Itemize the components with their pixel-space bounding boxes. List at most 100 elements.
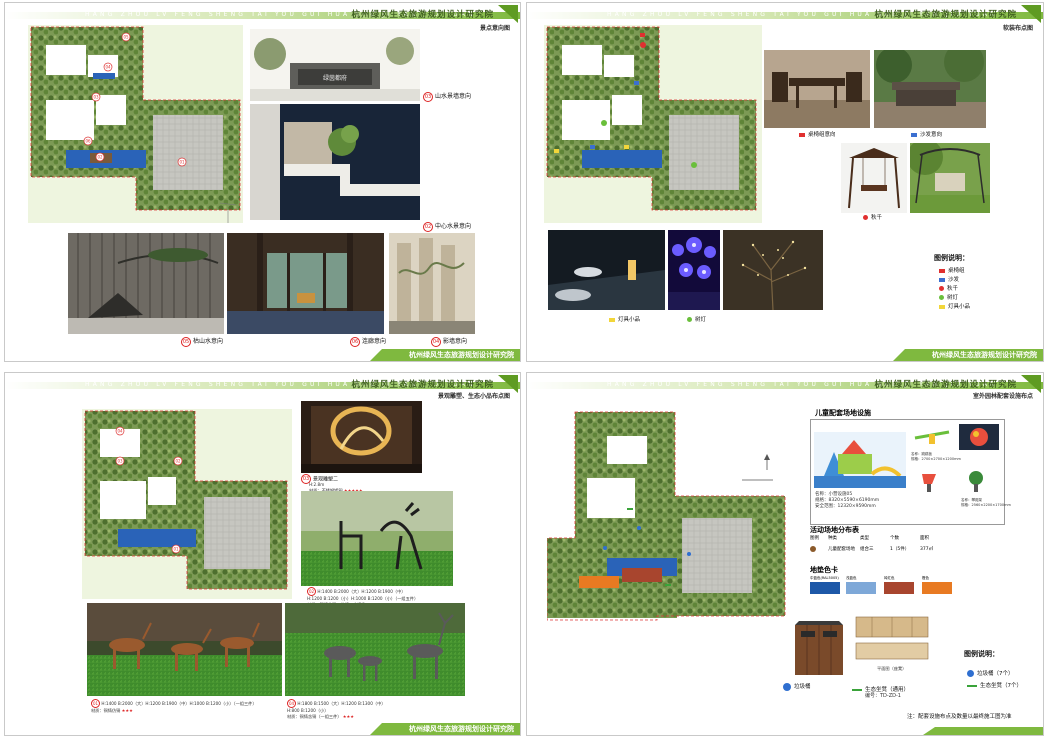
legend-title: 图例说明： — [934, 254, 969, 262]
photo-sculpture — [301, 401, 422, 473]
legend-item: 生态坐凳（7个） — [967, 681, 1022, 689]
caption-swing: 秋千 — [863, 213, 882, 221]
map-marker: 01 — [173, 547, 179, 552]
color-swatch-orange — [922, 582, 952, 594]
map-marker: 02 — [175, 459, 181, 464]
photo-spring-rider-1 — [914, 468, 944, 496]
page-header: HANG ZHOU LV FENG SHENG TAI YOU GUI HUA … — [5, 5, 520, 23]
map-marker: 01 — [179, 160, 185, 165]
table-row: 儿童配套场地 组合三 1（5件） 377㎡ — [810, 546, 950, 553]
header-institute: 杭州绿风生态旅游规划设计研究院 — [351, 10, 494, 20]
map-marker: 03 — [117, 459, 123, 464]
photo-swing-1 — [841, 143, 907, 213]
wall-sign-text: 绿茵都府 — [323, 74, 347, 82]
bench-plan-label: 平面图（座凳） — [877, 666, 907, 671]
page-header: HANG ZHOU LV FENG SHENG TAI YOU GUI HUA … — [527, 5, 1043, 23]
legend-title: 图例说明： — [964, 650, 999, 658]
photo-climbing-frame — [959, 424, 999, 450]
map-marker: 05 — [123, 35, 129, 40]
page-title: 景点意向图 — [479, 25, 510, 32]
photo-corridor — [227, 233, 384, 334]
photo-metal-deer — [285, 603, 465, 696]
header-institute: 杭州绿风生态旅游规划设计研究院 — [351, 380, 494, 390]
photo-seesaw — [911, 424, 953, 448]
header-corner-mark — [1021, 5, 1041, 23]
playground-specs: 名称：小营设施05 规格：8320×5590×6190mm 安全范围：12320… — [815, 492, 880, 509]
page-footer — [923, 727, 1043, 735]
bench-code: 编号：TD-ZD-1 — [865, 693, 901, 699]
legend-item: 沙发 — [939, 275, 959, 283]
photo-lighting-2 — [668, 230, 720, 310]
map-marker: 04 — [105, 65, 111, 70]
legend-item: 秋千 — [939, 284, 958, 292]
color-swatch-brick-red — [884, 582, 914, 594]
map-marker: 04 — [117, 429, 123, 434]
trash-bin-label: 垃圾桶 — [783, 682, 811, 691]
photo-trash-bin — [789, 615, 849, 677]
photo-mountain-water-wall: 绿茵都府 — [250, 29, 420, 101]
kids-facility-panel: 儿童配套场地设施 名称：跷跷板 规格：2700×2700×1200mm 名称：攀… — [810, 409, 1011, 525]
header-institute: 杭州绿风生态旅游规划设计研究院 — [874, 10, 1017, 20]
page-sculpture: HANG ZHOU LV FENG SHENG TAI YOU GUI HUA … — [5, 373, 520, 735]
page-footer: 杭州绿风生态旅游规划设计研究院 — [893, 349, 1043, 361]
caption-corridor: 06 连廊意向 — [350, 336, 387, 347]
map-marker: 03 — [93, 95, 99, 100]
photo-lighting-3 — [723, 230, 823, 310]
page-title: 软装布点图 — [1002, 25, 1033, 32]
caption-mountain-water-wall: 03 山水景墙意向 — [423, 91, 472, 102]
spring-rider-specs: 名称：攀爬架 规格：2560×2200×1700mm — [961, 498, 1011, 507]
color-card: 中蓝色(RAL5005) 浅蓝色 砖红色 橙色 — [810, 576, 990, 602]
footnote: 注：配套设施布点及数量以最终施工图为准 — [907, 714, 1012, 720]
caption-central-water: 02 中心水景意向 — [423, 221, 472, 232]
color-card-title: 地垫色卡 — [810, 566, 838, 574]
legend-item: 桌椅组 — [939, 266, 965, 274]
activity-table-header: 图例 种类 类型 个数 面积 — [810, 536, 929, 541]
kids-facility-title: 儿童配套场地设施 — [815, 409, 871, 417]
page-header: HANG ZHOU LV FENG SHENG TAI YOU GUI HUA … — [5, 375, 520, 393]
map-marker: 02 — [97, 155, 103, 160]
page-header: HANG ZHOU LV FENG SHENG TAI YOU GUI HUA … — [527, 375, 1043, 393]
photo-table-chairs — [764, 50, 870, 128]
header-corner-mark — [498, 5, 518, 23]
site-plan-map: 05 04 03 06 02 01 — [28, 25, 243, 223]
caption-sofa: 沙发意向 — [911, 130, 942, 138]
photo-dry-landscape — [68, 233, 224, 334]
header-institute: 杭州绿风生态旅游规划设计研究院 — [874, 380, 1017, 390]
deer-specs-3: 04 H:1800 B:1500（大）H:1200 B:1300（中） H:80… — [287, 699, 386, 719]
seesaw-specs: 名称：跷跷板 规格：2700×2700×1200mm — [911, 452, 961, 461]
legend-item: 灯具小品 — [939, 302, 970, 310]
bench-label: 生态坐凳（通用） — [852, 685, 909, 693]
site-plan-map — [544, 25, 762, 223]
color-swatch-dark-blue — [810, 582, 840, 594]
caption-table-chairs: 桌椅组意向 — [799, 130, 836, 138]
page-outdoor-facilities: HANG ZHOU LV FENG SHENG TAI YOU GUI HUA … — [527, 373, 1043, 735]
caption-shadow-wall: 04 影墙意向 — [431, 336, 468, 347]
caption-lamps: 灯具小品 — [609, 315, 640, 323]
photo-sofa — [874, 50, 986, 128]
site-plan-map — [547, 408, 789, 628]
activity-table-title: 活动场地分布表 — [810, 526, 859, 534]
activity-table: 图例 种类 类型 个数 面积 儿童配套场地 组合三 1（5件） 377㎡ — [810, 535, 950, 553]
photo-abstract-deer — [301, 491, 453, 586]
page-title: 室外园林配套设施布点 — [972, 393, 1033, 400]
site-plan-map: 04 03 02 01 — [82, 409, 292, 599]
legend-item: 树灯 — [939, 293, 958, 301]
photo-playground — [814, 432, 906, 488]
photo-central-water — [250, 104, 420, 220]
photo-lighting-1 — [548, 230, 665, 310]
caption-tree-lights: 树灯 — [687, 315, 706, 323]
page-title: 景观雕塑、生态小品布点图 — [437, 393, 510, 400]
page-soft-furnishing: HANG ZHOU LV FENG SHENG TAI YOU GUI HUA … — [527, 3, 1043, 361]
page-footer: 杭州绿风生态旅游规划设计研究院 — [370, 349, 520, 361]
photo-bench — [852, 613, 932, 665]
caption-dry-landscape: 05 枯山水意向 — [181, 336, 224, 347]
map-marker: 06 — [85, 139, 91, 144]
color-swatch-light-blue — [846, 582, 876, 594]
deer-specs-2: 01 H:1400 B:2000（大）H:1200 B:1900（中）H:100… — [91, 699, 257, 713]
legend-item: 垃圾桶（7个） — [967, 669, 1014, 677]
photo-spring-rider-2 — [961, 468, 991, 496]
page-scenic-intent: HANG ZHOU LV FENG SHENG TAI YOU GUI HUA … — [5, 3, 520, 361]
photo-bronze-deer — [87, 603, 282, 696]
photo-shadow-wall — [389, 233, 475, 334]
page-footer: 杭州绿风生态旅游规划设计研究院 — [370, 723, 520, 735]
